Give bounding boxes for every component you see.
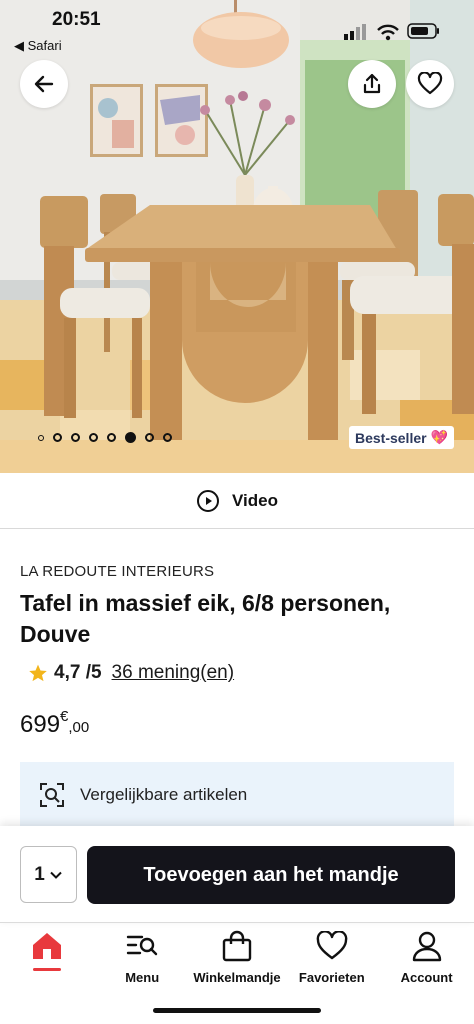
gallery-dot[interactable] <box>145 433 154 442</box>
system-icons <box>344 22 444 47</box>
chevron-down-icon <box>50 871 62 879</box>
status-time: 20:51 <box>52 9 101 30</box>
reviews-link[interactable]: 36 mening(en) <box>112 662 235 684</box>
back-to-safari-link[interactable]: ◀ Safari <box>14 38 62 54</box>
play-circle-icon <box>197 489 219 512</box>
heart-icon <box>316 931 348 960</box>
nav-home[interactable] <box>0 922 95 1000</box>
bottom-navigation: Menu Winkelmandje Favorieten Account <box>0 922 474 1000</box>
rating-score: 4,7 /5 <box>54 662 102 683</box>
product-price: 699€,00 <box>20 708 90 739</box>
product-rating: 4,7 /5 36 mening(en) <box>28 662 234 684</box>
brand-name[interactable]: LA REDOUTE INTERIEURS <box>20 563 214 580</box>
nav-account[interactable]: Account <box>379 922 474 1000</box>
gallery-dot[interactable] <box>163 433 172 442</box>
gallery-dot-active[interactable] <box>125 432 136 443</box>
back-button[interactable] <box>20 60 68 108</box>
favorite-button[interactable] <box>406 60 454 108</box>
product-title: Tafel in massief eik, 6/8 personen, Douv… <box>20 590 391 647</box>
status-bar: 20:51 ◀ Safari <box>0 0 474 56</box>
shopping-bag-icon <box>222 930 252 962</box>
nav-cart[interactable]: Winkelmandje <box>190 922 285 1000</box>
nav-favorites-label: Favorieten <box>298 970 365 985</box>
nav-favorites[interactable]: Favorieten <box>284 922 379 1000</box>
nav-account-label: Account <box>400 970 453 985</box>
gallery-dot[interactable] <box>107 433 116 442</box>
gallery-dot[interactable] <box>71 433 80 442</box>
home-indicator <box>153 1008 321 1013</box>
gallery-dot[interactable] <box>38 434 44 441</box>
share-button[interactable] <box>348 60 396 108</box>
quantity-value: 1 <box>34 863 45 885</box>
menu-search-icon <box>126 935 158 956</box>
user-icon <box>412 931 441 962</box>
sparkling-heart-icon: 💖 <box>430 429 448 445</box>
home-icon <box>33 933 62 959</box>
back-triangle-icon: ◀ <box>14 38 24 53</box>
similar-items-button[interactable]: Vergelijkbare artikelen <box>20 762 454 828</box>
back-app-label: Safari <box>27 38 62 53</box>
nav-menu[interactable]: Menu <box>95 922 190 1000</box>
nav-cart-label: Winkelmandje <box>193 970 281 985</box>
add-to-cart-button[interactable]: Toevoegen aan het mandje <box>87 846 455 904</box>
battery-icon <box>407 23 439 39</box>
wifi-icon <box>377 24 399 41</box>
nav-menu-label: Menu <box>125 970 160 985</box>
star-icon <box>29 664 47 682</box>
video-label: Video <box>232 490 278 510</box>
signal-icon <box>344 24 366 40</box>
badge-text: Best-seller <box>354 429 427 446</box>
active-tab-indicator <box>33 968 62 971</box>
price-currency: € <box>60 708 69 725</box>
similar-items-label: Vergelijkbare artikelen <box>80 785 248 804</box>
share-icon <box>363 73 381 94</box>
bestseller-badge: Best-seller 💖 <box>348 426 454 449</box>
heart-icon <box>417 72 443 95</box>
price-cents: ,00 <box>68 719 90 736</box>
gallery-pagination <box>38 432 172 443</box>
price-main: 699 <box>20 711 61 738</box>
add-to-cart-bar: 1 Toevoegen aan het mandje <box>0 826 474 923</box>
gallery-dot[interactable] <box>53 433 62 442</box>
video-button[interactable]: Video <box>0 473 474 529</box>
quantity-select[interactable]: 1 <box>20 846 77 903</box>
visual-search-icon <box>40 783 64 807</box>
arrow-left-icon <box>34 75 54 93</box>
gallery-dot[interactable] <box>89 433 98 442</box>
product-photo <box>0 0 474 473</box>
product-image-gallery[interactable]: 20:51 ◀ Safari Best-seller 💖 <box>0 0 474 473</box>
